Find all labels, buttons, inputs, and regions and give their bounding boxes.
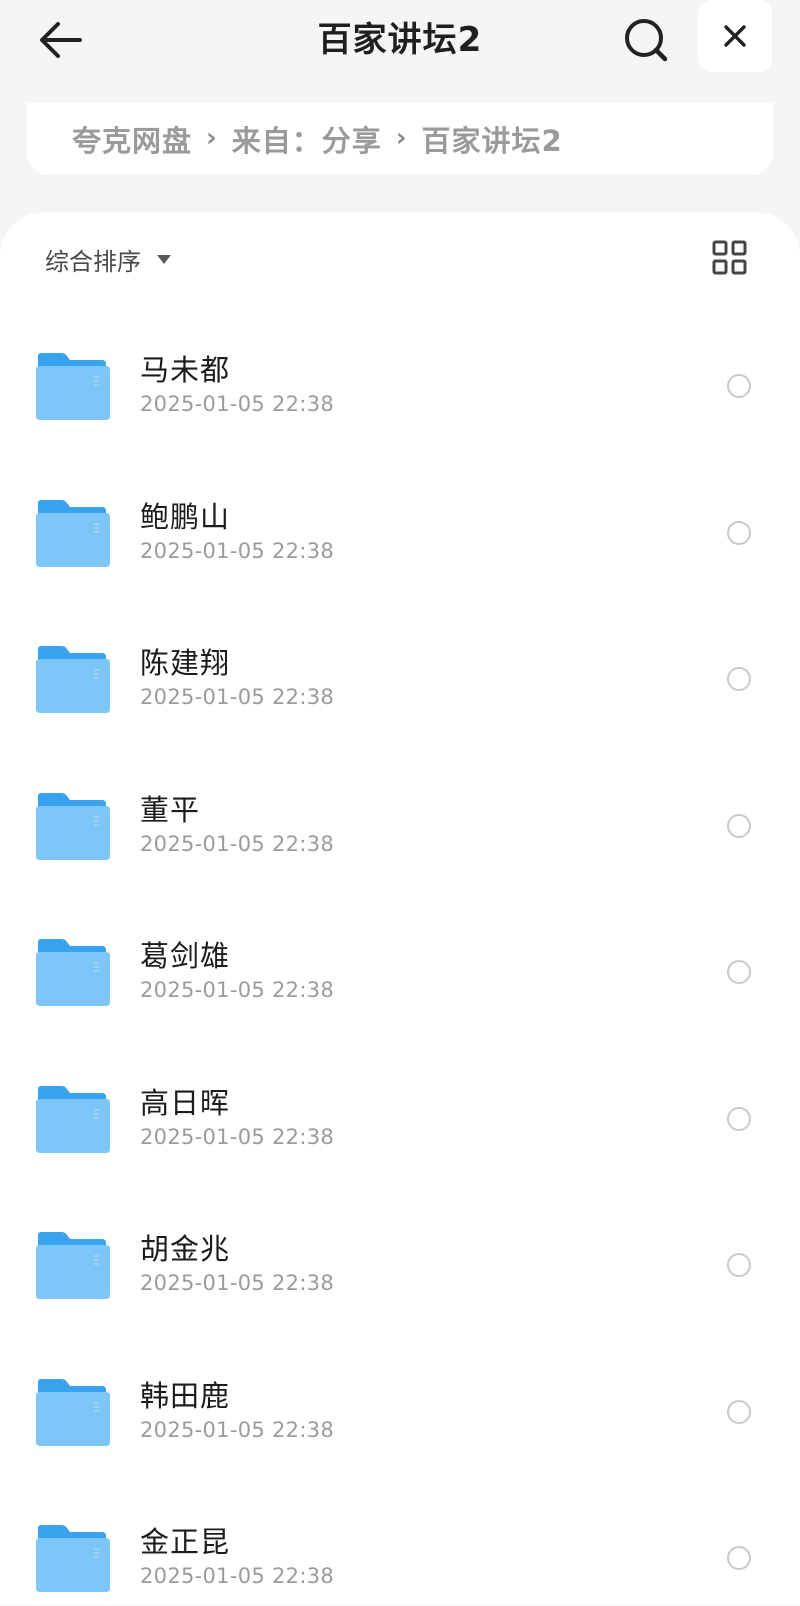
- breadcrumb-item-share[interactable]: 来自：分享: [232, 118, 382, 160]
- folder-icon: [36, 1232, 110, 1299]
- file-date: 2025-01-05 22:38: [140, 538, 335, 563]
- file-name: 葛剑雄: [140, 939, 231, 973]
- file-name: 马未都: [140, 353, 231, 387]
- file-date: 2025-01-05 22:38: [140, 1124, 335, 1149]
- file-date: 2025-01-05 22:38: [140, 1417, 335, 1442]
- breadcrumb-separator: ›: [395, 123, 408, 153]
- select-radio[interactable]: [727, 960, 751, 984]
- file-row[interactable]: 金正昆 2025-01-05 22:38: [0, 1459, 800, 1606]
- file-date: 2025-01-05 22:38: [140, 978, 335, 1002]
- folder-icon: [36, 646, 110, 713]
- select-radio[interactable]: [727, 520, 751, 545]
- folder-icon: [36, 1378, 110, 1446]
- file-date: 2025-01-05 22:38: [140, 1271, 335, 1295]
- search-icon: [625, 19, 668, 62]
- file-name: 鲍鹏山: [140, 499, 231, 534]
- sort-dropdown[interactable]: 综合排序: [45, 242, 171, 277]
- select-radio[interactable]: [727, 1106, 751, 1131]
- select-radio[interactable]: [727, 1399, 751, 1424]
- breadcrumb-item-root[interactable]: 夸克网盘: [72, 118, 192, 160]
- file-row[interactable]: 马未都 2025-01-05 22:38: [0, 287, 800, 434]
- file-row[interactable]: 鲍鹏山 2025-01-05 22:38: [0, 434, 800, 581]
- search-button[interactable]: [618, 12, 674, 68]
- folder-icon: [36, 1525, 110, 1592]
- file-name: 高日晖: [140, 1085, 231, 1120]
- back-button[interactable]: [34, 14, 86, 66]
- breadcrumb: 夸克网盘 › 来自：分享 › 百家讲坛2: [27, 103, 773, 175]
- close-button[interactable]: [698, 0, 772, 72]
- close-icon: [724, 25, 746, 47]
- view-toggle-button[interactable]: [712, 240, 748, 276]
- file-row[interactable]: 葛剑雄 2025-01-05 22:38: [0, 873, 800, 1020]
- select-radio[interactable]: [727, 374, 751, 398]
- file-date: 2025-01-05 22:38: [140, 392, 335, 416]
- folder-icon: [36, 1085, 110, 1153]
- file-list-panel: 综合排序 马未都 2025-01-05 22:38 鲍鹏山 2025-01-05…: [0, 212, 800, 1605]
- grid-view-icon: [712, 240, 747, 275]
- file-date: 2025-01-05 22:38: [140, 685, 335, 709]
- file-row[interactable]: 陈建翔 2025-01-05 22:38: [0, 580, 800, 727]
- select-radio[interactable]: [727, 1546, 751, 1570]
- file-row[interactable]: 韩田鹿 2025-01-05 22:38: [0, 1313, 800, 1460]
- file-name: 董平: [140, 792, 201, 827]
- arrow-left-icon: [40, 22, 82, 58]
- file-list: 马未都 2025-01-05 22:38 鲍鹏山 2025-01-05 22:3…: [0, 287, 800, 1606]
- top-bar: 百家讲坛2: [0, 0, 800, 84]
- file-name: 韩田鹿: [140, 1378, 231, 1413]
- file-row[interactable]: 胡金兆 2025-01-05 22:38: [0, 1166, 800, 1313]
- file-date: 2025-01-05 22:38: [140, 831, 335, 856]
- folder-icon: [36, 499, 110, 567]
- caret-down-icon: [157, 255, 171, 264]
- sort-label: 综合排序: [45, 248, 141, 276]
- page-title: 百家讲坛2: [317, 20, 483, 60]
- file-row[interactable]: 高日晖 2025-01-05 22:38: [0, 1020, 800, 1167]
- select-radio[interactable]: [727, 1253, 751, 1277]
- folder-icon: [36, 939, 110, 1006]
- select-radio[interactable]: [727, 667, 751, 691]
- folder-icon: [36, 792, 110, 860]
- file-name: 陈建翔: [140, 646, 231, 680]
- select-radio[interactable]: [727, 813, 751, 838]
- breadcrumb-separator: ›: [206, 123, 218, 153]
- file-row[interactable]: 董平 2025-01-05 22:38: [0, 727, 800, 874]
- breadcrumb-item-current: 百家讲坛2: [421, 124, 563, 158]
- folder-icon: [36, 353, 110, 420]
- file-name: 胡金兆: [140, 1232, 231, 1266]
- file-date: 2025-01-05 22:38: [140, 1564, 335, 1588]
- file-name: 金正昆: [140, 1525, 231, 1559]
